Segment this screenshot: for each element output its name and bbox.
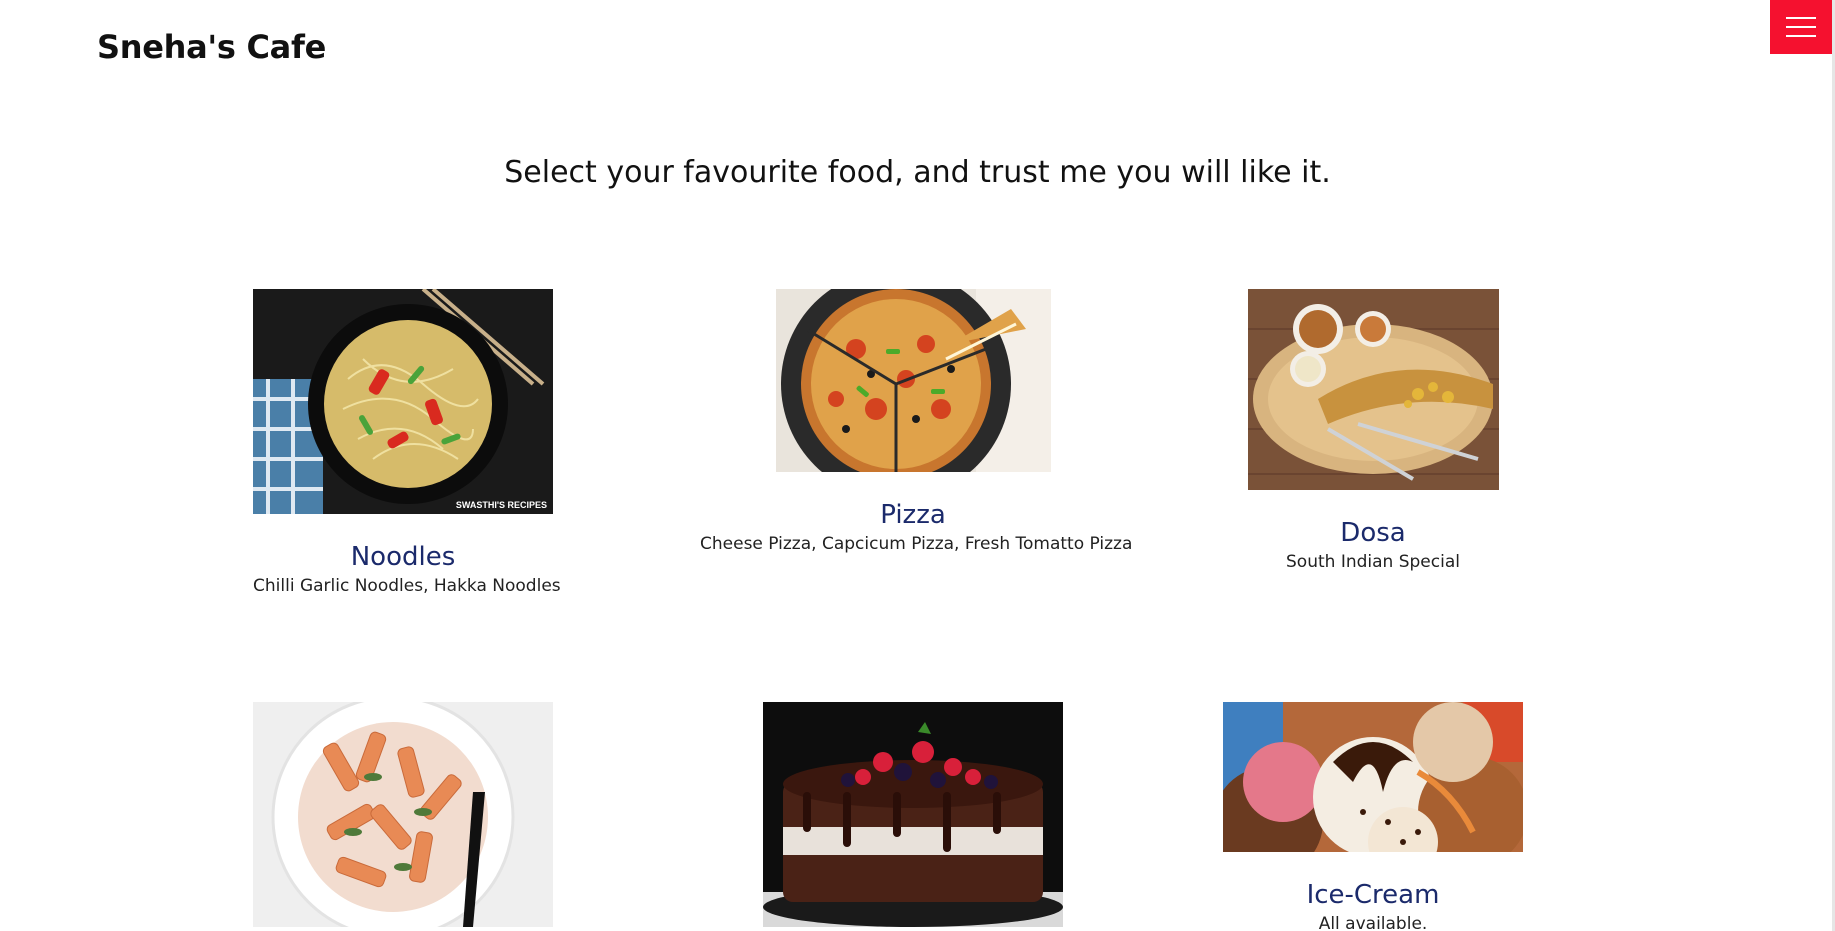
page-headline: Select your favourite food, and trust me…	[504, 155, 1331, 190]
ice-cream-image[interactable]	[1223, 702, 1523, 852]
noodles-image[interactable]: SWASTHI'S RECIPES	[253, 289, 553, 514]
ice-cream-illustration	[1223, 702, 1523, 852]
food-name: Ice-Cream	[1306, 880, 1440, 910]
brand-logo-text[interactable]: Sneha's Cafe	[97, 28, 326, 66]
image-watermark: SWASTHI'S RECIPES	[456, 500, 547, 510]
pasta-image[interactable]	[253, 702, 553, 927]
hamburger-menu-icon-bar	[1786, 35, 1816, 37]
food-name: Noodles	[350, 542, 456, 572]
food-card-pizza[interactable]: Pizza Cheese Pizza, Capcicum Pizza, Fres…	[700, 289, 1133, 554]
food-name: Dosa	[1340, 518, 1406, 548]
food-description: Cheese Pizza, Capcicum Pizza, Fresh Toma…	[700, 534, 1133, 554]
food-description: South Indian Special	[1286, 552, 1460, 572]
hamburger-menu-icon-bar	[1786, 26, 1816, 28]
noodles-illustration: SWASTHI'S RECIPES	[253, 289, 553, 514]
food-description: All available.	[1318, 914, 1428, 931]
dosa-image[interactable]	[1247, 289, 1499, 490]
food-card-cake[interactable]	[763, 702, 1063, 931]
pizza-image[interactable]	[775, 289, 1051, 472]
hamburger-menu-icon	[1786, 17, 1816, 19]
pasta-illustration	[253, 702, 553, 927]
food-card-pasta[interactable]	[253, 702, 553, 931]
pizza-illustration	[775, 289, 1051, 472]
food-card-noodles[interactable]: SWASTHI'S RECIPES Noodles Chilli Garlic …	[253, 289, 561, 596]
food-description: Chilli Garlic Noodles, Hakka Noodles	[253, 576, 561, 596]
food-card-dosa[interactable]: Dosa South Indian Special	[1223, 289, 1523, 572]
hamburger-menu-button[interactable]	[1770, 0, 1832, 54]
page: Sneha's Cafe Select your favourite food,…	[0, 0, 1835, 931]
cake-image[interactable]	[763, 702, 1063, 927]
food-name: Pizza	[880, 500, 946, 530]
food-card-ice-cream[interactable]: Ice-Cream All available.	[1223, 702, 1523, 931]
cake-illustration	[763, 702, 1063, 927]
dosa-illustration	[1247, 289, 1499, 490]
